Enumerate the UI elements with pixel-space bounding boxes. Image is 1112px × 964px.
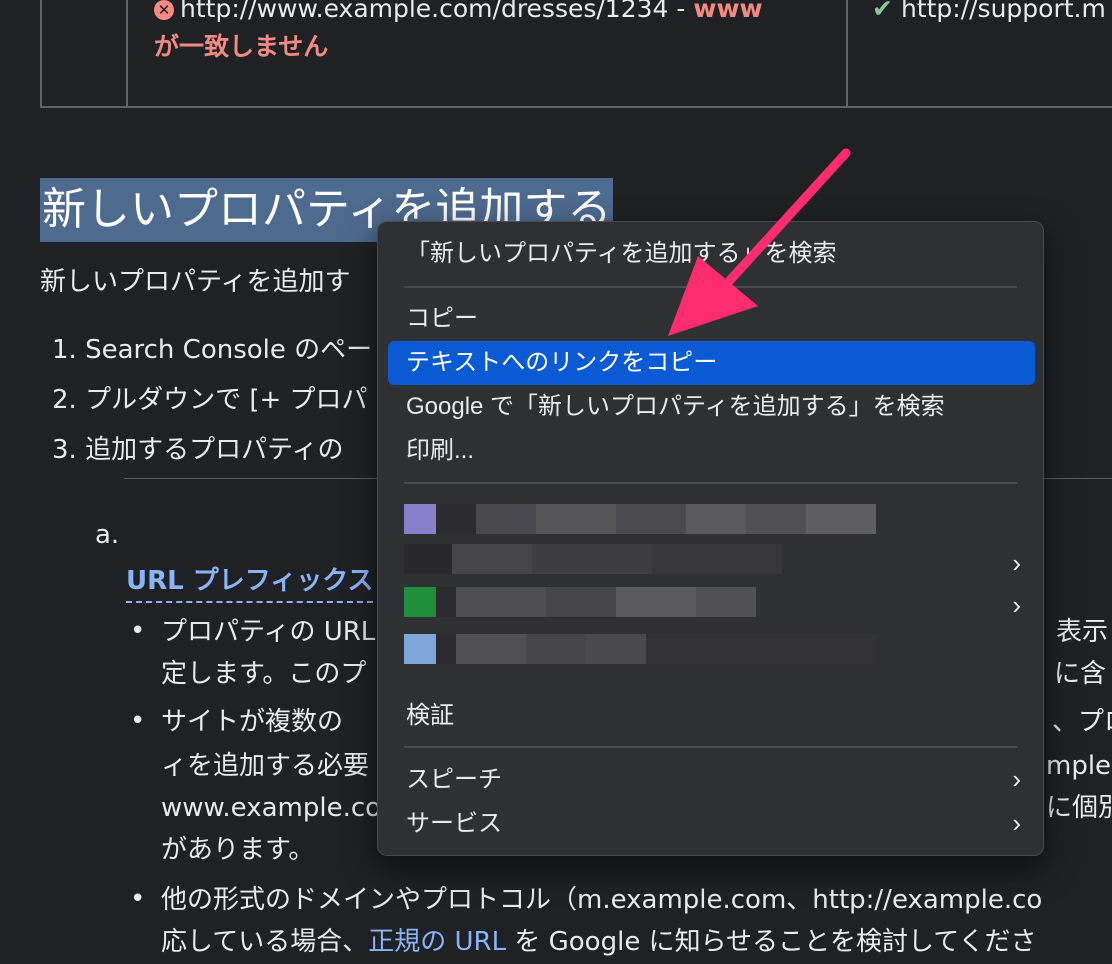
check-icon: ✔ <box>872 0 893 23</box>
extension-icon <box>404 504 436 534</box>
menu-item-inspect[interactable]: 検証 <box>388 694 1035 738</box>
blurred-extension-item[interactable] <box>404 544 782 574</box>
bullet-1-line-2-right: に含 <box>1054 659 1107 689</box>
extension-icon <box>404 634 436 664</box>
extension-icon <box>404 587 436 617</box>
chevron-right-icon: › <box>1012 764 1021 794</box>
chevron-right-icon: › <box>1012 590 1021 620</box>
bullet-2-line-2: ィを追加する必要 <box>161 751 370 781</box>
comparison-table: ✕ http://www.example.com/dresses/1234 - w… <box>40 0 1112 108</box>
menu-item-copy[interactable]: コピー <box>388 297 1035 341</box>
table-column-divider <box>126 0 128 106</box>
menu-item-search-google[interactable]: Google で「新しいプロパティを追加する」を検索 <box>388 385 1035 429</box>
context-menu: 「新しいプロパティを追加する」を検索 コピー テキストへのリンクをコピー Goo… <box>377 221 1044 856</box>
menu-separator <box>404 286 1017 288</box>
bullet-2-line-3-right: に個別 <box>1046 793 1112 823</box>
bullet-3-line-2: 応している場合、正規の URL を Google に知らせることを検討してくださ <box>161 927 1037 957</box>
chevron-right-icon: › <box>1012 548 1021 578</box>
sub-list-marker: a. <box>95 520 120 550</box>
bullet-2-line-3: www.example.co <box>161 793 382 823</box>
bullet-3-line-1: 他の形式のドメインやプロトコル（m.example.com、http://exa… <box>161 885 1043 915</box>
canonical-url-link[interactable]: 正規の URL <box>368 927 506 957</box>
bullet-1-line-1-right: 表示さ <box>1056 617 1112 647</box>
table-cell-url: ✕ http://www.example.com/dresses/1234 - w… <box>154 0 763 61</box>
x-circle-icon: ✕ <box>154 0 174 20</box>
menu-separator <box>404 746 1017 748</box>
bullet-2-line-1-right: 、プロ <box>1052 707 1112 737</box>
bullet-1-line-2: 定します。このプ <box>161 659 367 689</box>
step-1: 1. Search Console のペー <box>52 335 373 365</box>
bullet-2-line-1: サイトが複数の <box>161 707 344 737</box>
menu-item-copy-link-to-text[interactable]: テキストへのリンクをコピー <box>388 341 1035 385</box>
blurred-extension-item[interactable] <box>404 504 876 534</box>
step-2: 2. プルダウンで [+ プロパ <box>52 385 368 415</box>
chevron-right-icon: › <box>1012 808 1021 838</box>
menu-item-print[interactable]: 印刷... <box>388 429 1035 473</box>
bullet-dot: • <box>130 706 146 736</box>
menu-item-services[interactable]: サービス <box>388 802 1035 846</box>
bullet-1-line-1: プロパティの URL <box>161 617 376 647</box>
intro-text: 新しいプロパティを追加す <box>40 267 351 297</box>
blurred-extension-item[interactable] <box>404 587 756 617</box>
bullet-2-line-4: があります。 <box>161 835 315 865</box>
table-column-divider <box>846 0 848 106</box>
bullet-dot: • <box>130 884 146 914</box>
bullet-dot: • <box>130 616 146 646</box>
table-cell-url-2: ✔ http://support.m <box>872 0 1106 28</box>
blurred-extension-item[interactable] <box>404 634 876 664</box>
menu-separator <box>404 482 1017 484</box>
bullet-2-line-2-right: mple. <box>1046 751 1112 781</box>
step-3: 3. 追加するプロパティの <box>52 435 344 465</box>
menu-item-search-selection[interactable]: 「新しいプロパティを追加する」を検索 <box>388 232 1035 276</box>
url-prefix-link[interactable]: URL プレフィックス <box>126 560 374 603</box>
page: ✕ http://www.example.com/dresses/1234 - w… <box>0 0 1112 957</box>
menu-item-speech[interactable]: スピーチ <box>388 758 1035 802</box>
